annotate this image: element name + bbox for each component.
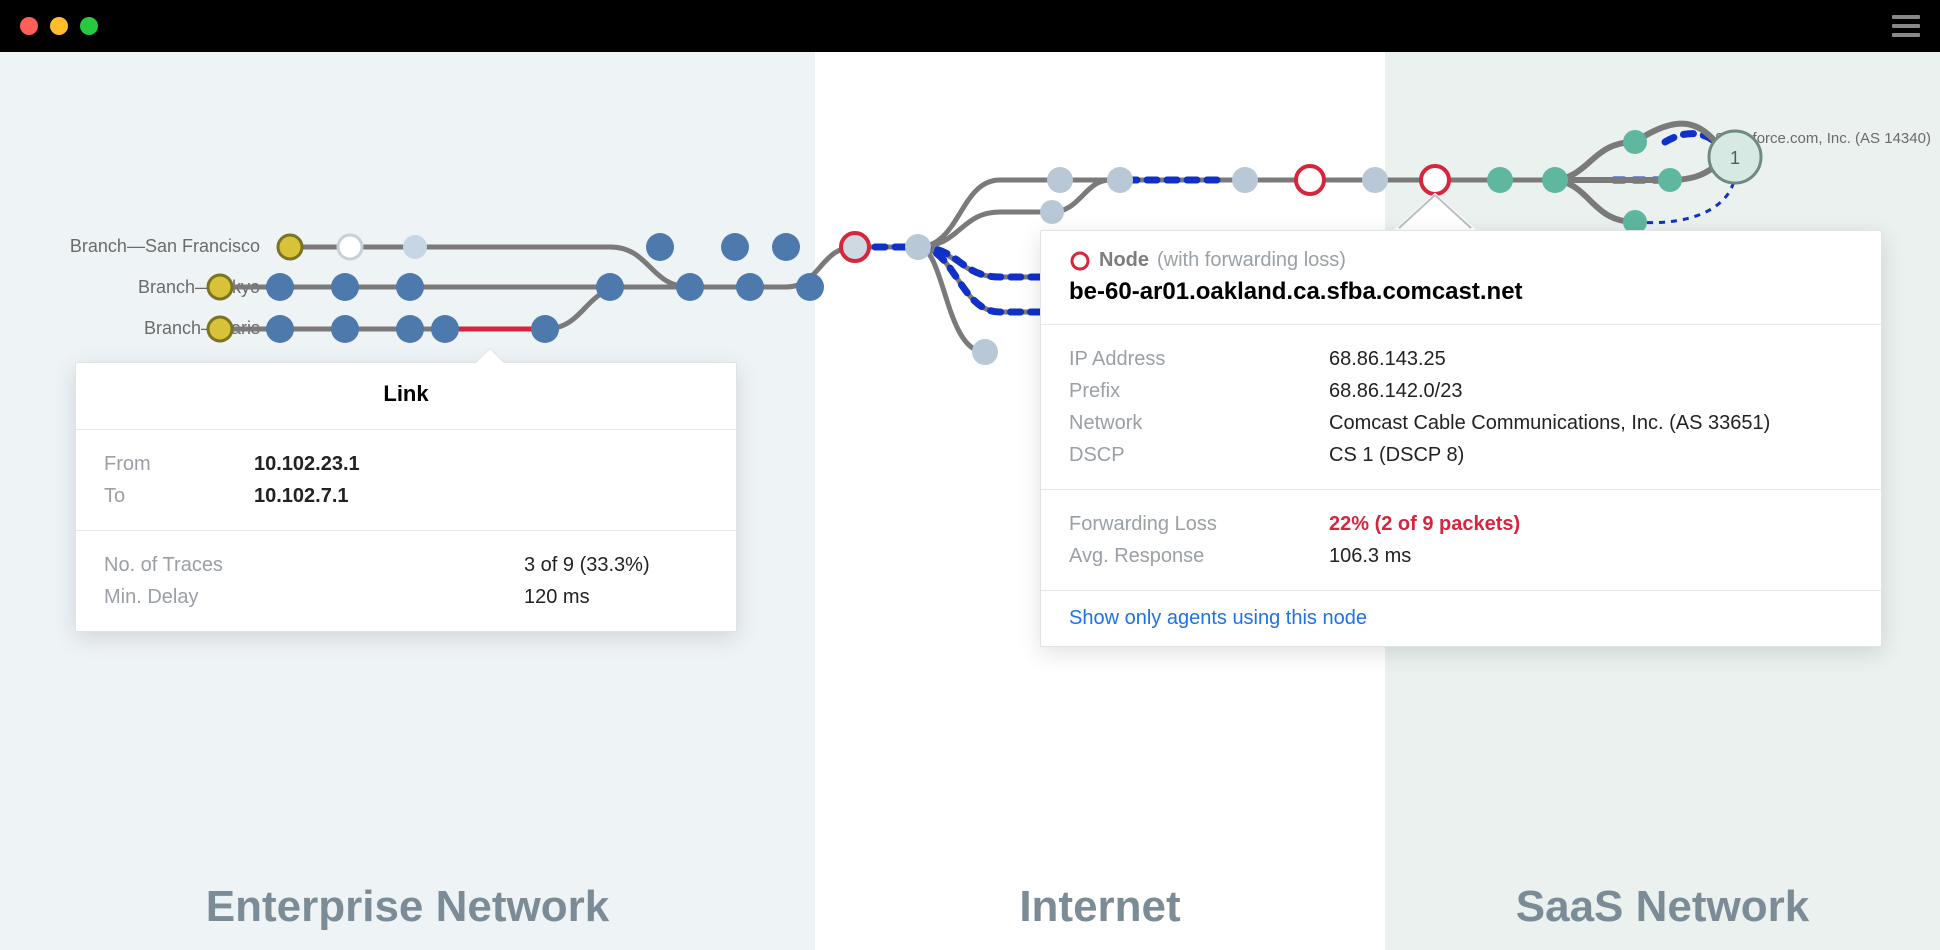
node-loss[interactable] [1296, 166, 1324, 194]
node-loss-selected[interactable] [1421, 166, 1449, 194]
node-resp-label: Avg. Response [1069, 540, 1329, 572]
node-dscp-value: CS 1 (DSCP 8) [1329, 439, 1464, 471]
node[interactable] [338, 235, 362, 259]
node[interactable] [1487, 167, 1513, 193]
node[interactable] [266, 315, 294, 343]
link-from-label: From [104, 448, 254, 480]
node[interactable] [646, 233, 674, 261]
node-resp-value: 106.3 ms [1329, 540, 1411, 572]
node[interactable] [972, 339, 998, 365]
node[interactable] [396, 315, 424, 343]
link-to-value: 10.102.7.1 [254, 480, 349, 512]
node-loss-label: Forwarding Loss [1069, 508, 1329, 540]
link-delay-label: Min. Delay [104, 581, 524, 613]
node-ip-label: IP Address [1069, 343, 1329, 375]
node[interactable] [331, 315, 359, 343]
destination-badge: 1 [1730, 148, 1740, 168]
node-prefix-value: 68.86.142.0/23 [1329, 375, 1462, 407]
node[interactable] [431, 315, 459, 343]
node[interactable] [266, 273, 294, 301]
node[interactable] [1232, 167, 1258, 193]
node[interactable] [772, 233, 800, 261]
node[interactable] [736, 273, 764, 301]
zoom-dot-icon[interactable] [80, 17, 98, 35]
node[interactable] [331, 273, 359, 301]
node-branch-sf[interactable] [278, 235, 302, 259]
node[interactable] [676, 273, 704, 301]
node[interactable] [1658, 168, 1682, 192]
node-filter-action[interactable]: Show only agents using this node [1041, 591, 1881, 646]
path-viz-stage: Enterprise Network Internet SaaS Network… [0, 52, 1940, 950]
node[interactable] [403, 235, 427, 259]
node[interactable] [721, 233, 749, 261]
node[interactable] [531, 315, 559, 343]
node-popover: Node (with forwarding loss) be-60-ar01.o… [1040, 230, 1882, 647]
node-destination[interactable]: 1 [1709, 131, 1761, 183]
hamburger-menu-icon[interactable] [1892, 15, 1920, 37]
link-to-label: To [104, 480, 254, 512]
node[interactable] [1362, 167, 1388, 193]
node[interactable] [1047, 167, 1073, 193]
link-from-value: 10.102.23.1 [254, 448, 360, 480]
node-network-value: Comcast Cable Communications, Inc. (AS 3… [1329, 407, 1770, 439]
link-popover-title: Link [104, 381, 708, 407]
node-dscp-label: DSCP [1069, 439, 1329, 471]
traffic-lights [20, 17, 98, 35]
node-hostname: be-60-ar01.oakland.ca.sfba.comcast.net [1069, 278, 1853, 306]
node-header-note: (with forwarding loss) [1157, 249, 1346, 272]
node-ip-value: 68.86.143.25 [1329, 343, 1446, 375]
close-dot-icon[interactable] [20, 17, 38, 35]
node[interactable] [796, 273, 824, 301]
node[interactable] [1040, 200, 1064, 224]
node[interactable] [1107, 167, 1133, 193]
node-network-label: Network [1069, 407, 1329, 439]
node-loss-value: 22% (2 of 9 packets) [1329, 508, 1520, 540]
node[interactable] [905, 234, 931, 260]
node[interactable] [596, 273, 624, 301]
link-popover: Link From10.102.23.1 To10.102.7.1 No. of… [75, 362, 737, 632]
node-edge-loss[interactable] [841, 233, 869, 261]
link-delay-value: 120 ms [524, 581, 590, 613]
node[interactable] [1542, 167, 1568, 193]
loss-node-icon [1069, 250, 1091, 272]
node[interactable] [1623, 130, 1647, 154]
node-branch-paris[interactable] [208, 317, 232, 341]
node-branch-tokyo[interactable] [208, 275, 232, 299]
link-traces-label: No. of Traces [104, 549, 524, 581]
node-header-strong: Node [1099, 249, 1149, 272]
node-prefix-label: Prefix [1069, 375, 1329, 407]
link-traces-value: 3 of 9 (33.3%) [524, 549, 650, 581]
minimize-dot-icon[interactable] [50, 17, 68, 35]
window-titlebar [0, 0, 1940, 52]
node[interactable] [396, 273, 424, 301]
